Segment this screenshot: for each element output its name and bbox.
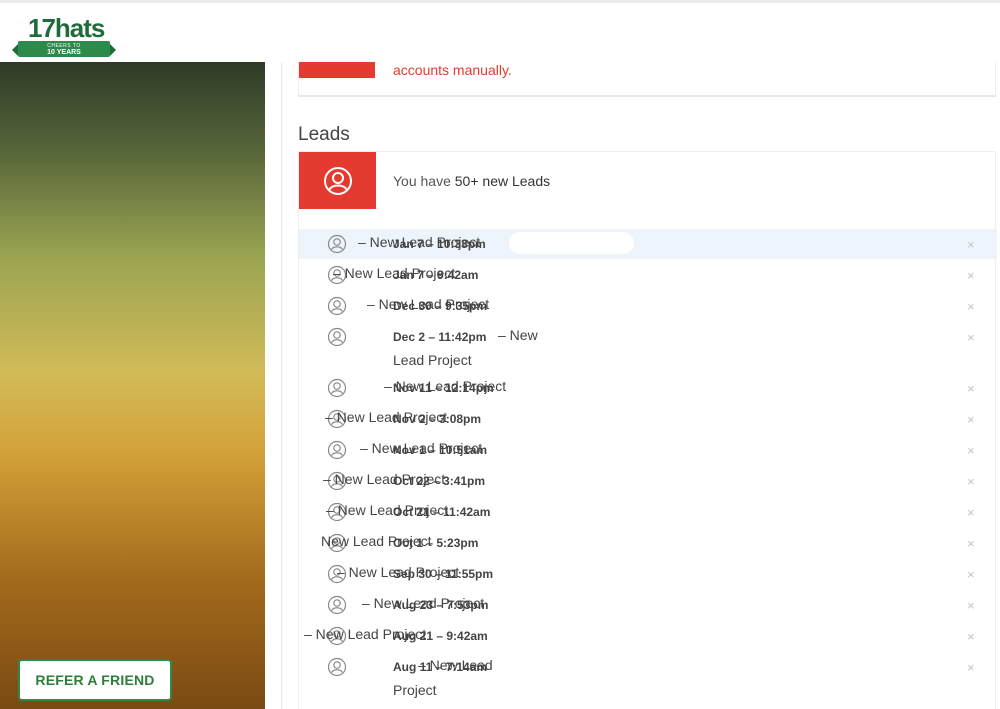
user-circle-icon bbox=[327, 234, 347, 254]
lead-project-link[interactable]: – New Lead Project bbox=[304, 626, 426, 642]
alert-card: accounts manually. bbox=[298, 62, 996, 97]
lead-row[interactable]: Dec 2 – 11:42pm – New Lead Project × bbox=[299, 322, 997, 374]
close-icon[interactable]: × bbox=[967, 381, 975, 396]
lead-project-link[interactable]: – New Lead Project bbox=[367, 296, 489, 312]
lead-row[interactable]: Dec 30 – 9:35pm – New Lead Project × bbox=[299, 291, 997, 321]
lead-project-link[interactable]: – New Lead Project bbox=[325, 409, 447, 425]
close-icon[interactable]: × bbox=[967, 567, 975, 582]
lead-project-link[interactable]: – New Lead bbox=[418, 657, 493, 673]
lead-row[interactable]: Nov 11 – 12:14pm – New Lead Project × bbox=[299, 373, 997, 403]
lead-project-link-continued[interactable]: Project bbox=[393, 682, 437, 698]
leads-summary-count: 50+ new Leads bbox=[454, 173, 551, 189]
close-icon[interactable]: × bbox=[967, 629, 975, 644]
lead-project-link[interactable]: – New Lead Project bbox=[358, 234, 480, 250]
lead-row[interactable]: Aug 21 – 9:42am – New Lead Project × bbox=[299, 621, 997, 651]
close-icon[interactable]: × bbox=[967, 660, 975, 675]
lead-project-link[interactable]: – New Lead Project bbox=[360, 440, 482, 456]
user-circle-icon bbox=[323, 166, 352, 195]
close-icon[interactable]: × bbox=[967, 443, 975, 458]
user-circle-icon bbox=[327, 657, 347, 677]
logo-wordmark: 17hats bbox=[28, 13, 105, 43]
close-icon[interactable]: × bbox=[967, 299, 975, 314]
lead-row[interactable]: Nov 2 – 3:08pm – New Lead Project × bbox=[299, 404, 997, 434]
divider bbox=[281, 62, 282, 709]
lead-project-link[interactable]: – New Lead Project bbox=[384, 378, 506, 394]
top-bar: 17hats CHEERS TO 10 YEARS bbox=[0, 0, 1000, 62]
lead-row[interactable]: Aug 23 – 7:53pm – New Lead Project × bbox=[299, 590, 997, 620]
lead-project-link[interactable]: – New Lead Project bbox=[337, 564, 459, 580]
lead-row[interactable]: Sep 30 – 11:55pm – New Lead Project × bbox=[299, 559, 997, 589]
logo-years: 10 YEARS bbox=[47, 49, 81, 56]
close-icon[interactable]: × bbox=[967, 474, 975, 489]
user-circle-icon bbox=[327, 595, 347, 615]
lead-project-link[interactable]: New Lead Project bbox=[321, 533, 432, 549]
lead-project-link[interactable]: – New Lead Project bbox=[326, 502, 448, 518]
leads-summary[interactable]: You have 50+ new Leads bbox=[299, 152, 997, 210]
lead-row[interactable]: Jan 7 – 10:33pm – New Lead Project × bbox=[299, 229, 997, 259]
section-title-leads: Leads bbox=[298, 124, 350, 145]
user-circle-icon bbox=[327, 378, 347, 398]
lead-row[interactable]: Jan 7 – 9:42am – New Lead Project × bbox=[299, 260, 997, 290]
lead-row[interactable]: Aug 11 – 7:14am – New Lead Project × bbox=[299, 652, 997, 704]
leads-icon-box bbox=[299, 152, 376, 209]
sidebar-image bbox=[0, 62, 265, 709]
close-icon[interactable]: × bbox=[967, 237, 975, 252]
lead-date: Dec 2 – 11:42pm bbox=[393, 330, 487, 344]
close-icon[interactable]: × bbox=[967, 412, 975, 427]
lead-row[interactable]: Oct 1 – 5:23pm New Lead Project × bbox=[299, 528, 997, 558]
leads-card: You have 50+ new Leads Jan 7 – 10:33pm – … bbox=[298, 151, 997, 709]
lead-project-link-continued[interactable]: Lead Project bbox=[393, 352, 472, 368]
refer-a-friend-button[interactable]: REFER A FRIEND bbox=[18, 659, 172, 701]
lead-row[interactable]: Nov 1 – 10:51am – New Lead Project × bbox=[299, 435, 997, 465]
redacted-name bbox=[509, 232, 634, 254]
close-icon[interactable]: × bbox=[967, 598, 975, 613]
lead-project-link[interactable]: – New Lead Project bbox=[323, 471, 445, 487]
lead-project-link[interactable]: – New Lead Project bbox=[362, 595, 484, 611]
close-icon[interactable]: × bbox=[967, 505, 975, 520]
logo[interactable]: 17hats CHEERS TO 10 YEARS bbox=[12, 13, 116, 59]
user-circle-icon bbox=[327, 327, 347, 347]
leads-summary-text: You have 50+ new Leads bbox=[393, 173, 550, 189]
lead-project-link[interactable]: – New bbox=[498, 327, 538, 343]
close-icon[interactable]: × bbox=[967, 536, 975, 551]
close-icon[interactable]: × bbox=[967, 268, 975, 283]
lead-project-link[interactable]: – New Lead Project bbox=[333, 265, 455, 281]
leads-summary-prefix: You have bbox=[393, 173, 455, 189]
lead-row[interactable]: Oct 21 – 11:42am – New Lead Project × bbox=[299, 497, 997, 527]
user-circle-icon bbox=[327, 296, 347, 316]
alert-icon-box bbox=[299, 62, 375, 78]
lead-row[interactable]: Oct 22 – 3:41pm – New Lead Project × bbox=[299, 466, 997, 496]
close-icon[interactable]: × bbox=[967, 330, 975, 345]
alert-text: accounts manually. bbox=[393, 62, 512, 78]
user-circle-icon bbox=[327, 440, 347, 460]
